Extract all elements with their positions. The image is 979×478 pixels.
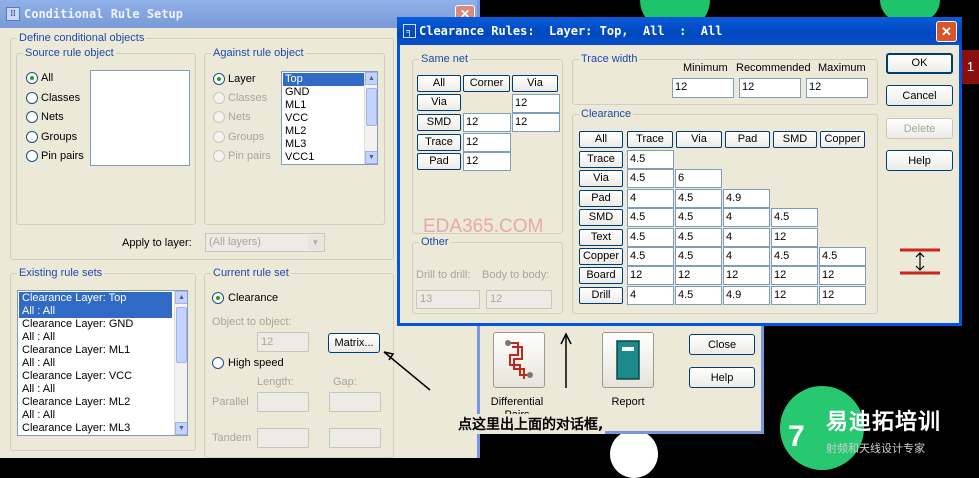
tw-recommended-field[interactable]: 12	[739, 78, 801, 98]
clearance-cell[interactable]: 4.5	[675, 247, 722, 266]
title-bar: ╕ Clearance Rules: Layer: Top, All : All…	[397, 17, 962, 45]
same-net-cell[interactable]: 12	[463, 113, 511, 132]
same-net-via-button[interactable]: Via	[512, 75, 558, 92]
clearance-row-copper[interactable]: Copper	[579, 248, 623, 265]
same-net-smd-row[interactable]: SMD	[417, 114, 461, 131]
clearance-cell[interactable]: 4.5	[675, 227, 722, 247]
tw-recommended-label: Recommended	[736, 62, 811, 74]
drill-to-drill-field[interactable]: 13	[416, 290, 480, 309]
clearance-cell[interactable]: 4	[627, 188, 674, 208]
clearance-cell[interactable]: 4	[723, 247, 770, 266]
clearance-row-via[interactable]: Via	[579, 170, 623, 188]
clearance-row-text[interactable]: Text	[579, 228, 623, 246]
clearance-row-drill[interactable]: Drill	[579, 286, 623, 304]
clearance-cell[interactable]: 12	[675, 266, 722, 286]
same-net-cell[interactable]: 12	[463, 133, 511, 152]
clearance-cell[interactable]: 12	[819, 266, 866, 286]
clearance-row-trace[interactable]: Trace	[579, 151, 623, 168]
clearance-cell[interactable]: 4.5	[627, 227, 674, 247]
clearance-cell[interactable]: 12	[819, 285, 866, 305]
clearance-cell[interactable]: 12	[627, 266, 674, 286]
clearance-cell[interactable]: 6	[675, 169, 722, 189]
same-net-all-button[interactable]: All	[417, 75, 461, 92]
app-icon: ╕	[403, 24, 416, 38]
tw-minimum-label: Minimum	[683, 62, 728, 74]
tw-minimum-field[interactable]: 12	[672, 78, 734, 98]
group-title: Same net	[419, 53, 471, 66]
same-net-corner-button[interactable]: Corner	[463, 75, 510, 92]
same-net-via-row[interactable]: Via	[417, 94, 461, 111]
group-title: Trace width	[579, 53, 640, 66]
clearance-row-pad[interactable]: Pad	[579, 189, 623, 207]
help-button[interactable]: Help	[886, 150, 953, 171]
annotation-text: 点这里出上面的对话框,	[456, 414, 606, 434]
clearance-cell[interactable]: 4.5	[675, 188, 722, 208]
tw-maximum-label: Maximum	[818, 62, 866, 74]
same-net-trace-row[interactable]: Trace	[417, 134, 461, 151]
clearance-header-via[interactable]: Via	[676, 131, 722, 148]
same-net-pad-row[interactable]: Pad	[417, 153, 461, 170]
same-net-cell[interactable]: 12	[463, 152, 511, 171]
clearance-cell[interactable]: 4	[723, 208, 770, 228]
clearance-cell[interactable]: 4.5	[627, 150, 674, 169]
clearance-rules-window: ╕ Clearance Rules: Layer: Top, All : All…	[397, 17, 962, 326]
drill-to-drill-label: Drill to drill:	[416, 269, 471, 281]
window-title: Clearance Rules: Layer: Top, All : All	[419, 24, 723, 38]
clearance-cell[interactable]: 4.5	[819, 247, 866, 266]
clearance-cell[interactable]: 4.5	[627, 208, 674, 228]
clearance-cell[interactable]: 4	[723, 227, 770, 247]
clearance-cell[interactable]: 4	[627, 285, 674, 305]
ok-button[interactable]: OK	[886, 53, 953, 74]
clearance-header-all[interactable]: All	[579, 131, 623, 148]
clearance-header-copper[interactable]: Copper	[820, 131, 865, 148]
clearance-cell[interactable]: 4.5	[627, 247, 674, 266]
group-title: Other	[419, 236, 451, 249]
clearance-row-smd[interactable]: SMD	[579, 209, 623, 227]
body-to-body-field[interactable]: 12	[486, 290, 552, 309]
clearance-row-board[interactable]: Board	[579, 267, 623, 285]
cancel-button[interactable]: Cancel	[886, 85, 953, 106]
clearance-header-trace[interactable]: Trace	[627, 131, 673, 148]
clearance-cell[interactable]: 4.5	[675, 208, 722, 228]
clearance-cell[interactable]: 12	[771, 266, 818, 286]
body-to-body-label: Body to body:	[482, 269, 550, 281]
clearance-header-smd[interactable]: SMD	[773, 131, 817, 148]
clearance-cell[interactable]: 4.5	[627, 169, 674, 189]
same-net-cell[interactable]: 12	[512, 94, 560, 113]
clearance-gap-icon	[900, 248, 940, 275]
clearance-cell[interactable]: 12	[771, 227, 818, 247]
clearance-header-pad[interactable]: Pad	[725, 131, 770, 148]
delete-button[interactable]: Delete	[886, 118, 953, 139]
close-icon[interactable]: ✕	[936, 21, 957, 42]
clearance-cell[interactable]: 4.5	[675, 285, 722, 305]
clearance-cell[interactable]: 12	[771, 285, 818, 305]
same-net-cell[interactable]: 12	[512, 113, 560, 132]
clearance-cell[interactable]: 12	[723, 266, 770, 286]
tw-maximum-field[interactable]: 12	[806, 78, 868, 98]
clearance-cell[interactable]: 4.9	[723, 285, 770, 305]
clearance-cell[interactable]: 4.5	[771, 208, 818, 228]
clearance-cell[interactable]: 4.9	[723, 188, 770, 208]
clearance-cell[interactable]: 4.5	[771, 247, 818, 266]
group-title: Clearance	[579, 108, 634, 121]
